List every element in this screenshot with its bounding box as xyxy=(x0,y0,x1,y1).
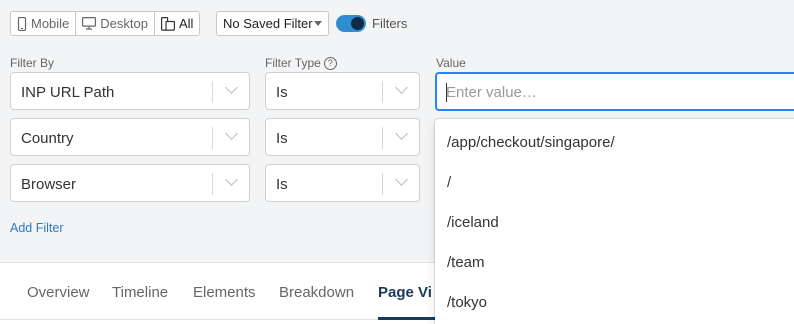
select-separator xyxy=(382,81,383,103)
add-filter-link[interactable]: Add Filter xyxy=(10,221,64,235)
tab-breakdown[interactable]: Breakdown xyxy=(279,284,354,301)
dropdown-option[interactable]: /app/checkout/singapore/ xyxy=(447,134,615,151)
dropdown-option[interactable]: / xyxy=(447,174,451,191)
filter-type-select-3[interactable]: Is xyxy=(265,164,420,202)
select-separator xyxy=(212,127,213,149)
tab-page-views[interactable]: Page Vi xyxy=(378,284,432,301)
filter-type-header: Filter Type ? xyxy=(265,56,337,70)
device-all-button[interactable]: All xyxy=(155,12,200,35)
filter-by-value-3: Browser xyxy=(21,176,77,193)
value-dropdown-menu: /app/checkout/singapore/ / /iceland /tea… xyxy=(435,119,794,324)
filter-by-header: Filter By xyxy=(10,56,54,70)
text-cursor xyxy=(446,83,447,102)
device-desktop-button[interactable]: Desktop xyxy=(76,12,155,35)
filter-type-header-text: Filter Type xyxy=(265,56,321,70)
filter-type-value-1: Is xyxy=(276,84,288,101)
filter-by-select-1[interactable]: INP URL Path xyxy=(10,72,250,110)
saved-filter-label: No Saved Filter xyxy=(223,16,313,31)
select-separator xyxy=(212,173,213,195)
chevron-down-icon[interactable] xyxy=(395,173,408,186)
filter-by-select-3[interactable]: Browser xyxy=(10,164,250,202)
value-header: Value xyxy=(436,56,466,70)
dropdown-option[interactable]: /iceland xyxy=(447,214,499,231)
filter-by-header-text: Filter By xyxy=(10,56,55,70)
chevron-down-icon[interactable] xyxy=(395,81,408,94)
device-mobile-label: Mobile xyxy=(31,16,70,31)
value-text-input[interactable] xyxy=(446,82,746,102)
value-header-text: Value xyxy=(436,56,466,70)
help-icon[interactable]: ? xyxy=(323,56,337,70)
toggle-knob xyxy=(351,17,364,30)
select-separator xyxy=(382,173,383,195)
device-desktop-label: Desktop xyxy=(100,16,148,31)
tab-elements[interactable]: Elements xyxy=(193,284,256,301)
filters-toggle-label: Filters xyxy=(372,16,408,31)
filter-by-select-2[interactable]: Country xyxy=(10,118,250,156)
device-mobile-button[interactable]: Mobile xyxy=(11,12,77,35)
filters-toggle[interactable] xyxy=(336,15,366,32)
select-separator xyxy=(212,81,213,103)
select-separator xyxy=(382,127,383,149)
device-all-label: All xyxy=(179,16,194,31)
chevron-down-icon[interactable] xyxy=(225,127,238,140)
chevron-down-icon[interactable] xyxy=(395,127,408,140)
dropdown-option[interactable]: /tokyo xyxy=(447,294,487,311)
filter-by-value-2: Country xyxy=(21,130,74,147)
chevron-down-icon[interactable] xyxy=(225,81,238,94)
dropdown-option[interactable]: /team xyxy=(447,254,485,271)
value-input-1[interactable] xyxy=(435,72,794,111)
chevron-down-icon[interactable] xyxy=(225,173,238,186)
mobile-icon xyxy=(17,16,27,31)
filter-type-value-2: Is xyxy=(276,130,288,147)
filter-type-select-1[interactable]: Is xyxy=(265,72,420,110)
desktop-icon xyxy=(82,17,97,30)
tab-timeline[interactable]: Timeline xyxy=(112,284,168,301)
filter-by-value-1: INP URL Path xyxy=(21,84,115,101)
filter-type-value-3: Is xyxy=(276,176,288,193)
filter-type-select-2[interactable]: Is xyxy=(265,118,420,156)
tab-overview[interactable]: Overview xyxy=(27,284,90,301)
all-devices-icon xyxy=(161,16,175,31)
saved-filter-select[interactable]: No Saved Filter xyxy=(216,11,329,36)
device-filter-group: Mobile Desktop All xyxy=(10,11,201,36)
caret-down-icon xyxy=(314,21,322,26)
